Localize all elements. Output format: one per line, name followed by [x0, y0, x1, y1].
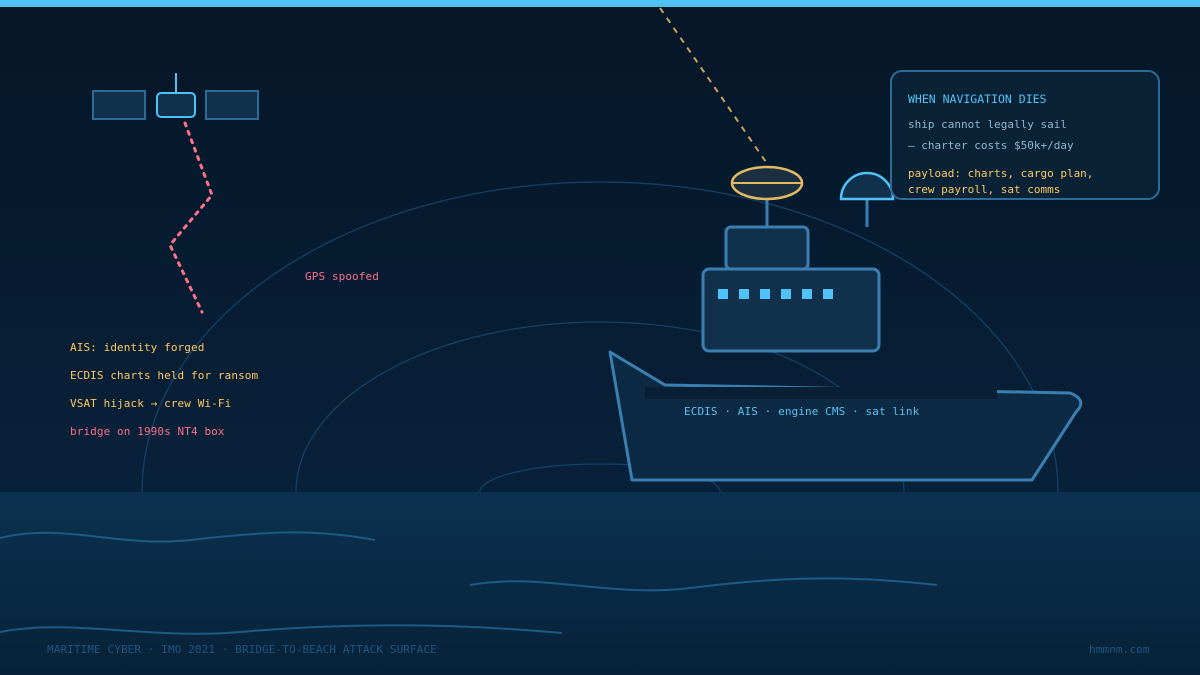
ship-systems-label: ECDIS · AIS · engine CMS · sat link: [684, 405, 920, 418]
callout-title: WHEN NAVIGATION DIES: [908, 92, 1047, 106]
footer-caption: MARITIME CYBER · IMO 2021 · BRIDGE-TO-BE…: [47, 643, 437, 656]
footer-site: hmmnm.com: [1089, 643, 1150, 656]
callout-payload-line: payload: charts, cargo plan,: [908, 167, 1094, 180]
ecdis-label: ECDIS charts held for ransom: [70, 369, 259, 382]
vsat-label: VSAT hijack → crew Wi-Fi: [70, 397, 232, 410]
callout-box: WHEN NAVIGATION DIES ship cannot legally…: [890, 70, 1160, 200]
callout-line: ship cannot legally sail: [908, 118, 1067, 131]
top-accent-bar: [0, 0, 1200, 7]
gps-spoofed-label: GPS spoofed: [305, 270, 379, 283]
ais-label: AIS: identity forged: [70, 341, 205, 354]
callout-payload-line: crew payroll, sat comms: [908, 183, 1061, 196]
callout-line: — charter costs $50k+/day: [908, 139, 1074, 152]
bridge-label: bridge on 1990s NT4 box: [70, 425, 225, 438]
